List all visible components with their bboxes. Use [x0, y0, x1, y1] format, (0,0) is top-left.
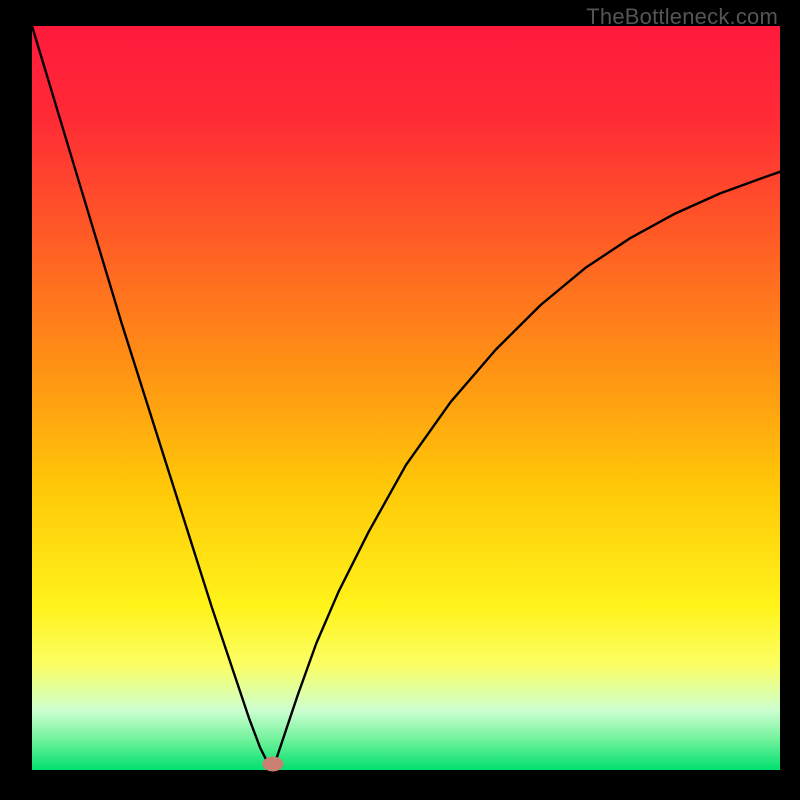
watermark-text: TheBottleneck.com [586, 4, 778, 30]
chart-frame: TheBottleneck.com [0, 0, 800, 800]
bottleneck-chart [0, 0, 800, 800]
minimum-marker [262, 757, 283, 772]
